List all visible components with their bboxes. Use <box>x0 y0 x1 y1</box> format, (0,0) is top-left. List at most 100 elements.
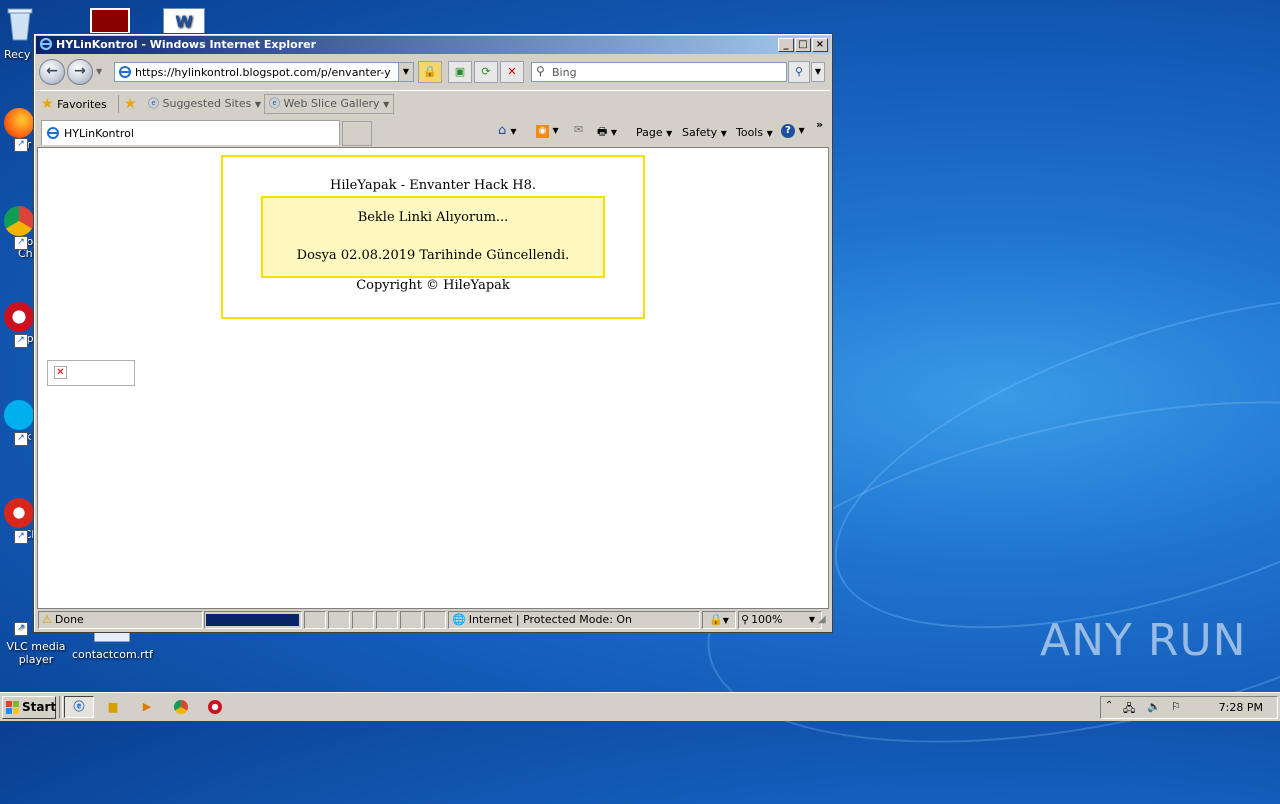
pdf-icon <box>90 8 130 34</box>
home-button[interactable]: ⌂ ▼ <box>498 123 517 138</box>
tab-ie-icon <box>47 127 59 139</box>
taskbar-media-player-button[interactable]: ▶ <box>136 697 158 717</box>
updated-text: Dosya 02.08.2019 Tarihinde Güncellendi. <box>296 248 570 263</box>
suggested-sites-label: Suggested Sites <box>162 97 252 110</box>
favorites-button[interactable]: ★ Favorites <box>41 95 107 113</box>
clock[interactable]: 7:28 PM <box>1219 701 1263 714</box>
network-icon[interactable]: 🖧 <box>1123 700 1135 719</box>
desktop-icon-chrome[interactable]: Go Chr <box>4 206 37 260</box>
favorites-star-icon: ★ <box>41 96 54 112</box>
desktop-icon-pdf[interactable] <box>90 8 134 34</box>
broken-image: ✕ <box>47 360 135 386</box>
toolbar-overflow-button[interactable]: » <box>816 118 823 131</box>
window-title: HYLinKontrol - Windows Internet Explorer <box>56 38 317 51</box>
security-lock-button[interactable]: 🔒 <box>418 61 442 83</box>
forward-button[interactable]: → <box>67 59 93 85</box>
stop-button[interactable]: ✕ <box>500 61 524 83</box>
maximize-button[interactable]: □ <box>795 38 811 52</box>
feeds-button[interactable]: ◉ ▼ <box>536 123 559 138</box>
anyrun-watermark: ANY RUN <box>1040 615 1247 666</box>
taskbar-ie-button[interactable]: ⓔ <box>64 696 94 718</box>
chrome-icon <box>174 700 188 714</box>
show-hidden-icons-button[interactable]: ⌃ <box>1105 700 1113 711</box>
web-slice-gallery-label: Web Slice Gallery <box>283 97 380 110</box>
copyright-text: Copyright © HileYapak <box>356 278 510 293</box>
protected-mode-button[interactable]: 🔒▼ <box>702 611 736 629</box>
tools-menu-label: Tools <box>736 126 764 139</box>
history-dropdown-icon[interactable]: ▼ <box>96 67 102 76</box>
favorites-bar: ★ Favorites ★ ⓔ Suggested Sites ▼ ⓔ Web … <box>36 90 830 117</box>
windows-flag-icon <box>6 701 19 714</box>
refresh-button[interactable]: ⟳ <box>474 61 498 83</box>
search-box[interactable]: ⚲ Bing <box>531 62 787 82</box>
page-menu[interactable]: Page ▼ <box>636 126 672 139</box>
back-button[interactable]: ← <box>39 59 65 85</box>
suggested-sites-button[interactable]: ⓔ Suggested Sites ▼ <box>148 95 261 113</box>
address-bar[interactable]: https://hylinkontrol.blogspot.com/p/enva… <box>114 62 414 82</box>
navigation-bar: ← → ▼ https://hylinkontrol.blogspot.com/… <box>36 56 830 88</box>
print-button[interactable]: 🖶 ▼ <box>597 123 617 142</box>
search-go-button[interactable]: ⚲ <box>788 61 810 83</box>
title-bar[interactable]: HYLinKontrol - Windows Internet Explorer… <box>36 36 830 54</box>
status-panel-empty <box>352 611 374 629</box>
shortcut-arrow-icon: ↗ <box>14 138 28 152</box>
read-mail-button[interactable]: ✉ <box>574 123 583 136</box>
broken-image-icon: ✕ <box>54 366 67 379</box>
inner-notice-box: Bekle Linki Alıyorum... Dosya 02.08.2019… <box>261 196 605 278</box>
zoom-icon: ⚲ <box>741 613 750 626</box>
tools-menu[interactable]: Tools ▼ <box>736 126 773 139</box>
status-panel-empty <box>304 611 326 629</box>
chevron-down-icon: ▼ <box>808 615 815 624</box>
chevron-down-icon: ▼ <box>383 100 390 109</box>
zoom-button[interactable]: ⚲ 100% ▼ <box>738 611 822 629</box>
compatibility-view-button[interactable]: ▣ <box>448 61 472 83</box>
search-input[interactable]: Bing <box>552 66 577 79</box>
rss-icon: ◉ <box>536 125 549 138</box>
zone-panel[interactable]: 🌐 Internet | Protected Mode: On <box>448 611 700 629</box>
taskbar-opera-button[interactable] <box>204 697 226 717</box>
start-label: Start <box>22 700 57 714</box>
ie-logo-icon <box>39 37 53 51</box>
address-dropdown-button[interactable]: ▼ <box>398 63 413 81</box>
taskbar-chrome-button[interactable] <box>170 697 192 717</box>
action-center-flag-icon[interactable]: ⚐ <box>1171 700 1181 713</box>
search-options-dropdown[interactable]: ▼ <box>811 62 825 82</box>
progress-panel <box>204 611 302 629</box>
web-slice-gallery-button[interactable]: ⓔ Web Slice Gallery ▼ <box>264 94 395 114</box>
volume-icon[interactable]: 🔈 <box>1147 700 1161 713</box>
start-button[interactable]: Start <box>2 696 56 719</box>
add-to-favorites-bar-button[interactable]: ★ <box>124 95 137 113</box>
status-panel-empty <box>424 611 446 629</box>
tab-label: HYLinKontrol <box>64 127 134 140</box>
tab-hylinkontrol[interactable]: HYLinKontrol <box>41 120 340 145</box>
resize-grip[interactable]: ◢ <box>818 614 830 626</box>
opera-icon <box>208 700 222 714</box>
help-button[interactable]: ? ▼ <box>781 123 805 138</box>
ccleaner-icon <box>4 498 34 528</box>
firefox-icon <box>4 108 34 138</box>
shortcut-arrow-icon: ↗ <box>14 334 28 348</box>
new-tab-button[interactable] <box>342 121 372 146</box>
ie-window[interactable]: HYLinKontrol - Windows Internet Explorer… <box>33 33 833 633</box>
desktop-icon-rtf[interactable]: contactcom.rtf <box>72 630 153 661</box>
status-panel-empty <box>376 611 398 629</box>
system-tray: ⌃ 🖧 🔈 ⚐ 7:28 PM <box>1100 696 1278 719</box>
add-favorite-icon: ★ <box>124 96 137 112</box>
minimize-button[interactable]: _ <box>778 38 794 52</box>
status-text: Done <box>54 613 84 626</box>
chevron-down-icon: ▼ <box>254 100 261 109</box>
desktop-icon-word[interactable]: W <box>163 8 211 36</box>
address-input[interactable]: https://hylinkontrol.blogspot.com/p/enva… <box>135 66 391 79</box>
status-bar: ⚠ Done 🌐 Internet | Protected Mode: On 🔒▼ … <box>36 610 830 629</box>
page-ie-icon <box>119 66 131 78</box>
ie-page-icon: ⓔ <box>269 97 280 110</box>
safety-menu-label: Safety <box>682 126 718 139</box>
outer-yellow-box: HileYapak - Envanter Hack H8. Bekle Link… <box>221 155 645 319</box>
wait-text: Bekle Linki Alıyorum... <box>357 210 509 225</box>
safety-menu[interactable]: Safety ▼ <box>682 126 727 139</box>
skype-icon <box>4 400 34 430</box>
shortcut-arrow-icon: ↗ <box>14 432 28 446</box>
taskbar-explorer-button[interactable]: ▆ <box>102 697 124 717</box>
search-icon: ⚲ <box>536 64 545 78</box>
close-button[interactable]: × <box>812 38 828 52</box>
